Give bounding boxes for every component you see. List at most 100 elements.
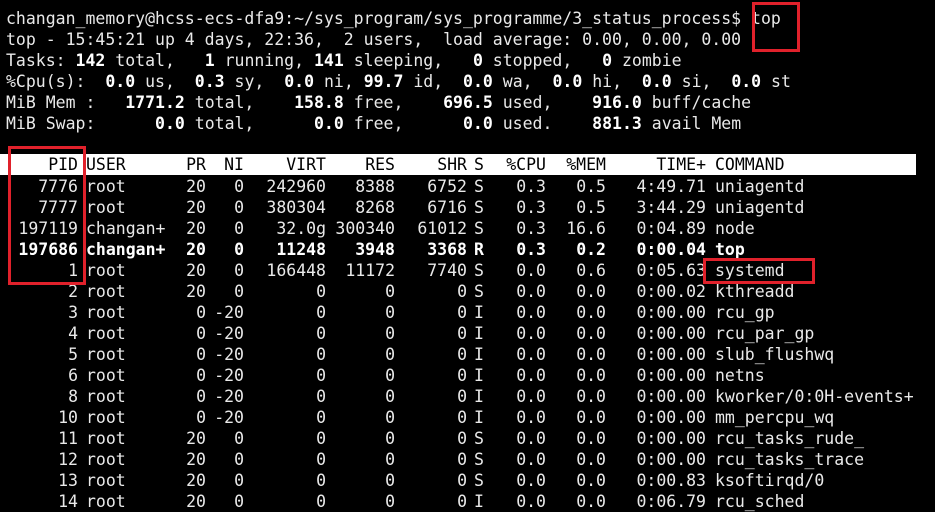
col-user: USER [86,155,126,174]
cell-ni: 0 [234,261,244,280]
table-row: 10 root 0 -20 0 0 0 I 0.0 0.0 0:00.00 mm_percpu_wq [0,407,930,428]
cell-res: 0 [385,345,395,364]
cell-shr: 61012 [417,219,467,238]
cell-command: rcu_gp [715,303,775,322]
cell-virt: 0 [316,429,326,448]
cell-shr: 0 [457,345,467,364]
cell-ni: -20 [214,303,244,322]
cell-user: root [86,177,126,196]
cell-shr: 3368 [427,240,467,259]
cell-res: 3948 [355,240,395,259]
tasks-running: 1 [204,51,215,70]
cell-command: mm_percpu_wq [715,408,835,427]
col-pr: PR [186,155,206,174]
cell-s: S [474,450,484,469]
cell-pr: 20 [186,240,206,259]
cell-command: netns [715,366,765,385]
cell-pr: 0 [196,408,206,427]
cell-virt: 0 [316,303,326,322]
cell-pr: 0 [196,345,206,364]
cell-cpu: 0.0 [516,366,546,385]
highlight-box-systemd [703,258,815,284]
cell-pid: 8 [68,387,78,406]
cell-ni: -20 [214,408,244,427]
cell-pid: 10 [58,408,78,427]
cell-s: I [474,492,484,511]
cell-s: I [474,324,484,343]
cell-virt: 0 [316,408,326,427]
cell-cpu: 0.3 [516,177,546,196]
cell-s: I [474,366,484,385]
cell-mem: 0.0 [576,408,606,427]
cell-shr: 0 [457,429,467,448]
cell-cpu: 0.0 [516,345,546,364]
cell-user: root [86,492,126,511]
cell-time: 0:00.04 [636,240,706,259]
cell-pid: 11 [58,429,78,448]
cell-virt: 166448 [266,261,326,280]
cell-command: top [715,240,745,259]
cell-shr: 0 [457,408,467,427]
cell-mem: 0.0 [576,366,606,385]
cell-shr: 0 [457,387,467,406]
col-command: COMMAND [715,155,785,174]
cell-virt: 0 [316,324,326,343]
cell-command: ksoftirqd/0 [715,471,825,490]
table-row: 6 root 0 -20 0 0 0 I 0.0 0.0 0:00.00 netns [0,365,930,386]
cell-cpu: 0.0 [516,450,546,469]
cell-command: kworker/0:0H-events+ [715,387,914,406]
cell-mem: 0.0 [576,492,606,511]
prompt-line: changan_memory@hcss-ecs-dfa9:~/sys_progr… [6,8,781,29]
cell-s: I [474,303,484,322]
cell-time: 0:00.00 [636,408,706,427]
cell-virt: 0 [316,450,326,469]
cell-pr: 20 [186,198,206,217]
cell-shr: 0 [457,324,467,343]
cell-s: I [474,387,484,406]
cell-user: root [86,450,126,469]
cell-user: root [86,324,126,343]
highlight-box-command [752,2,800,52]
col-shr: SHR [437,155,467,174]
cell-shr: 6752 [427,177,467,196]
cell-cpu: 0.0 [516,303,546,322]
cell-cpu: 0.0 [516,408,546,427]
cell-virt: 32.0g [276,219,326,238]
cell-time: 0:00.00 [636,387,706,406]
cell-mem: 0.0 [576,387,606,406]
cell-mem: 0.0 [576,303,606,322]
cell-mem: 0.5 [576,177,606,196]
cell-time: 3:44.29 [636,198,706,217]
cell-user: root [86,261,126,280]
table-row: 13 root 20 0 0 0 0 S 0.0 0.0 0:00.83 ksoftirqd/0 [0,470,930,491]
cell-user: root [86,429,126,448]
cell-res: 300340 [335,219,395,238]
cell-mem: 0.5 [576,198,606,217]
cell-mem: 0.0 [576,450,606,469]
cell-pr: 20 [186,492,206,511]
col-s: S [474,155,484,174]
cell-mem: 0.0 [576,324,606,343]
cell-s: S [474,219,484,238]
col-ni: NI [224,155,244,174]
cell-cpu: 0.0 [516,492,546,511]
cell-command: rcu_par_gp [715,324,815,343]
cell-s: S [474,198,484,217]
cell-ni: 0 [234,471,244,490]
cell-mem: 0.6 [576,261,606,280]
cell-cpu: 0.0 [516,429,546,448]
cell-res: 8268 [355,198,395,217]
cell-user: root [86,387,126,406]
cell-mem: 0.0 [576,471,606,490]
cell-cpu: 0.0 [516,387,546,406]
cell-user: root [86,198,126,217]
cell-cpu: 0.3 [516,240,546,259]
cell-s: I [474,345,484,364]
cell-user: root [86,303,126,322]
cell-res: 0 [385,324,395,343]
highlight-box-pid-column [8,146,86,285]
cell-user: root [86,408,126,427]
cell-time: 4:49.71 [636,177,706,196]
cell-virt: 0 [316,366,326,385]
cell-command: node [715,219,755,238]
